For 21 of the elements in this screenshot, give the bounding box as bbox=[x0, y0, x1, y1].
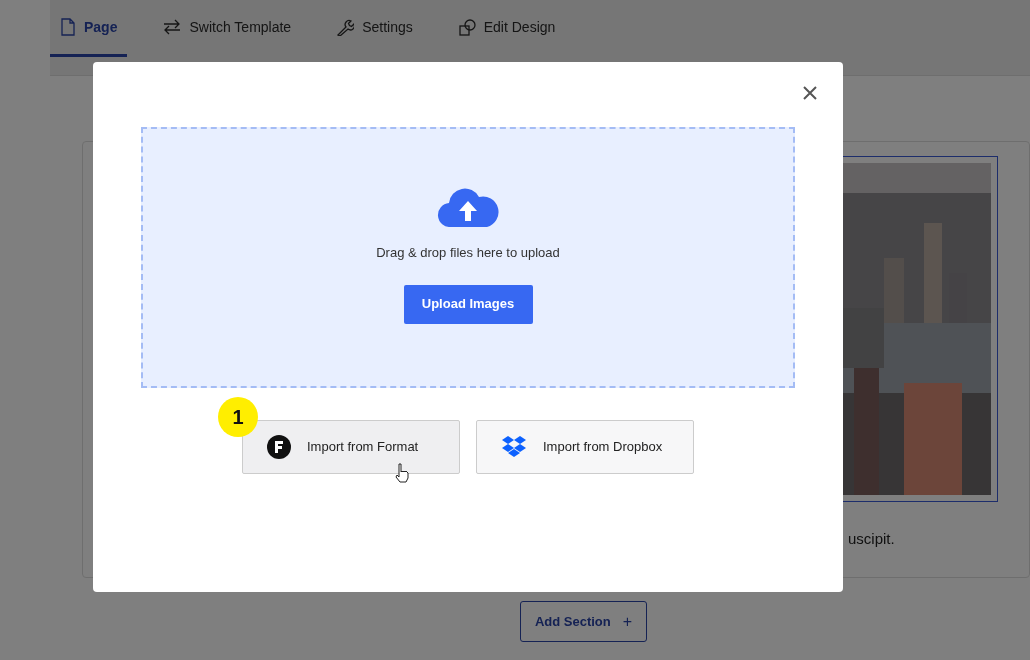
close-icon[interactable] bbox=[801, 84, 819, 102]
plus-icon: + bbox=[622, 609, 633, 634]
add-section-button[interactable]: Add Section + bbox=[520, 601, 647, 642]
dropbox-logo-icon bbox=[501, 436, 527, 458]
hand-cursor-icon bbox=[394, 463, 410, 483]
import-button[interactable]: Import from Dropbox bbox=[476, 420, 694, 474]
wrench-icon bbox=[337, 18, 355, 36]
body-text: uscipit. bbox=[848, 529, 895, 549]
drop-instructions: Drag & drop files here to upload bbox=[376, 244, 560, 262]
page-icon bbox=[60, 18, 76, 36]
tab[interactable]: Switch Template bbox=[153, 0, 302, 57]
upload-images-button[interactable]: Upload Images bbox=[403, 284, 533, 324]
tab[interactable]: Settings bbox=[327, 0, 423, 57]
cloud-upload-icon bbox=[437, 187, 499, 227]
tab[interactable]: Page bbox=[50, 0, 128, 57]
step-badge: 1 bbox=[218, 397, 258, 437]
drop-zone[interactable]: Drag & drop files here to upload Upload Images bbox=[141, 127, 795, 388]
format-logo-icon bbox=[267, 435, 291, 459]
tab[interactable]: Edit Design bbox=[448, 0, 566, 57]
shapes-icon bbox=[458, 18, 476, 36]
swap-arrows-icon bbox=[163, 19, 182, 35]
